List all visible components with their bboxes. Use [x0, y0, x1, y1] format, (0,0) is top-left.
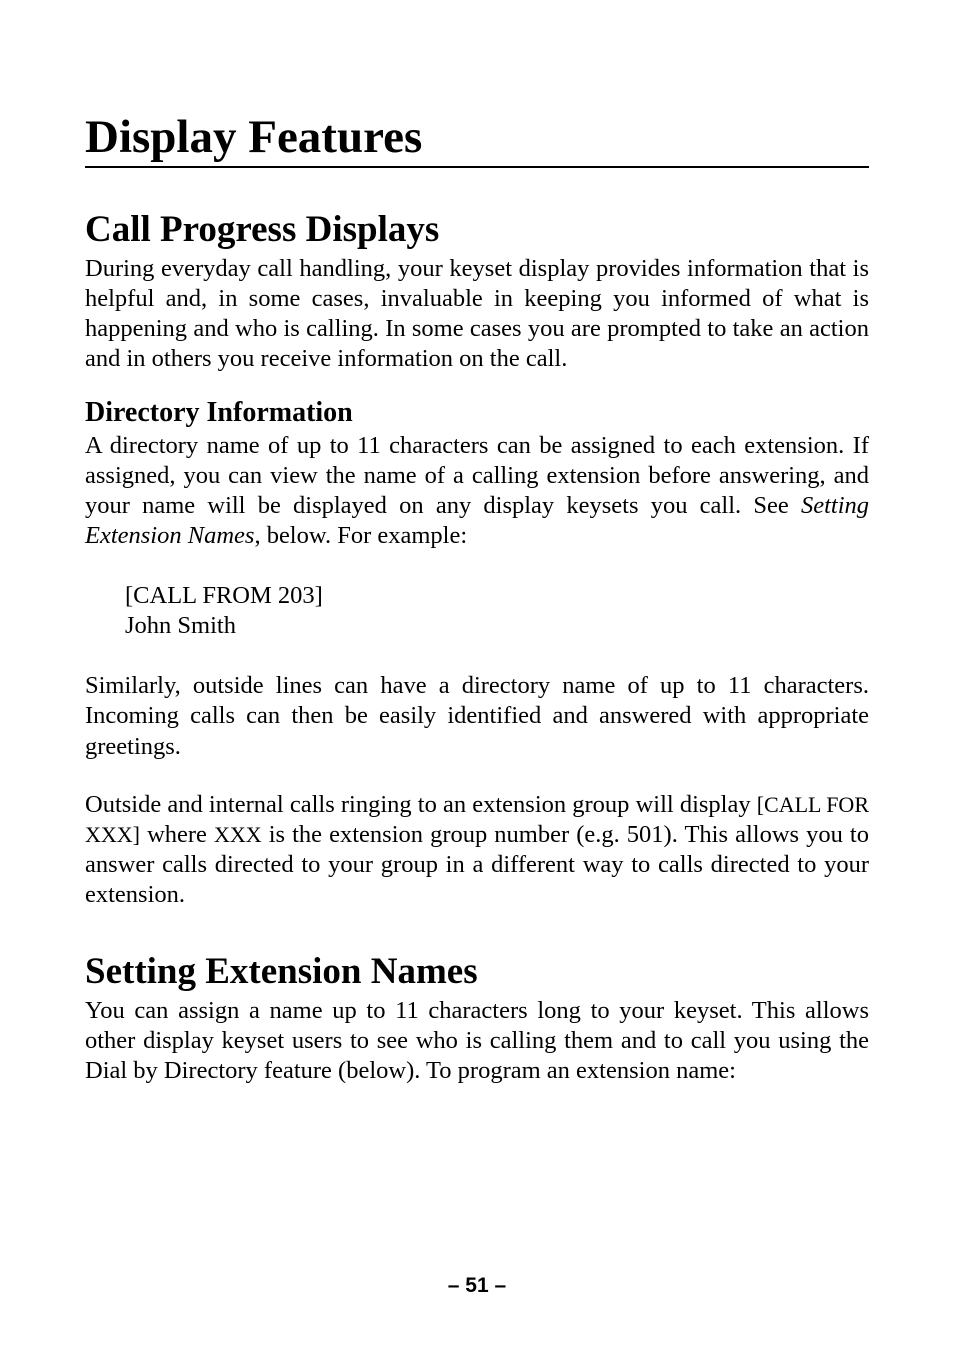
subsection-para3-sc2: XXX	[214, 822, 262, 847]
subsection-para3-a: Outside and internal calls ringing to an…	[85, 791, 757, 818]
subsection-para1-a: A directory name of up to 11 characters …	[85, 432, 869, 519]
page-number: – 51 –	[0, 1274, 954, 1298]
section-title-call-progress: Call Progress Displays	[85, 208, 869, 251]
example-block: [CALL FROM 203] John Smith	[125, 581, 869, 641]
subsection-title-directory-info: Directory Information	[85, 397, 869, 429]
section1-para1: During everyday call handling, your keys…	[85, 254, 869, 375]
example-line1: [CALL FROM 203]	[125, 581, 869, 611]
subsection-para1-b: , below. For example:	[254, 522, 467, 549]
example-line2: John Smith	[125, 611, 869, 641]
section2-para1: You can assign a name up to 11 character…	[85, 996, 869, 1086]
chapter-title: Display Features	[85, 110, 869, 168]
subsection-para1: A directory name of up to 11 characters …	[85, 431, 869, 552]
subsection-para3-b: where	[140, 821, 214, 848]
subsection-para3: Outside and internal calls ringing to an…	[85, 790, 869, 911]
subsection-para2: Similarly, outside lines can have a dire…	[85, 671, 869, 761]
section-title-setting-ext-names: Setting Extension Names	[85, 950, 869, 993]
